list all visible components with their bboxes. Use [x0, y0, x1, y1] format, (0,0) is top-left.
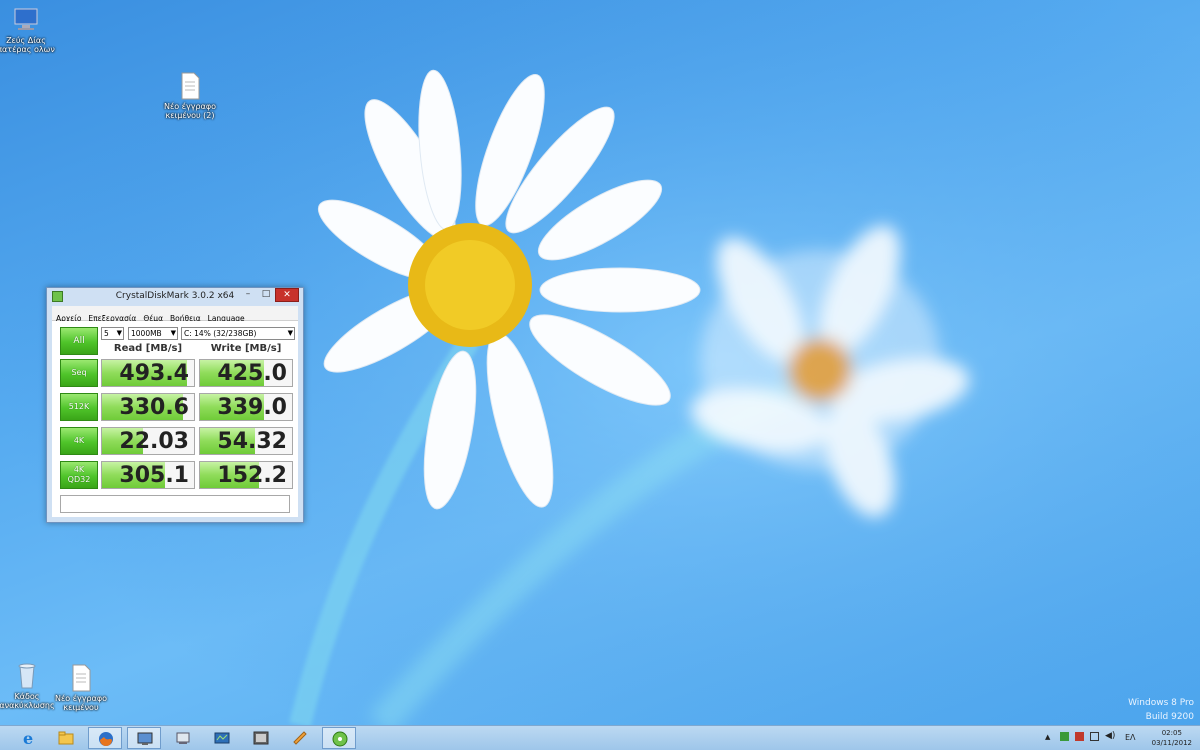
4k-qd32-button[interactable]: 4K QD32: [60, 461, 98, 489]
action-center-icon[interactable]: [1075, 732, 1084, 741]
windows-edition-watermark: Windows 8 Pro: [1128, 698, 1194, 708]
taskbar-internet-explorer[interactable]: e: [12, 727, 46, 749]
seq-write-result: 425.0: [199, 359, 293, 387]
row-label: 512K: [68, 402, 90, 411]
maximize-button[interactable]: □: [257, 288, 275, 302]
count-select[interactable]: 5 ▼: [101, 327, 124, 340]
result-value: 330.6: [119, 395, 189, 420]
drive-value: C: 14% (32/238GB): [184, 329, 257, 338]
volume-icon[interactable]: ◀): [1105, 731, 1115, 741]
size-value: 1000MB: [131, 329, 162, 338]
crystaldiskmark-window: CrystalDiskMark 3.0.2 x64 – □ ✕ Αρχείο Επ…: [46, 287, 304, 523]
desktop-icon-text-document-2[interactable]: Νέο έγγραφο κειμένου (2): [155, 72, 225, 120]
size-select[interactable]: 1000MB ▼: [128, 327, 178, 340]
internet-explorer-icon: e: [23, 730, 33, 746]
desktop-icon-label: Ζεύς Δίας πατέρας ολων: [0, 36, 55, 54]
taskbar-paint[interactable]: [283, 727, 317, 749]
taskbar-firefox[interactable]: [88, 727, 122, 749]
system-clock[interactable]: 02:05 03/11/2012: [1152, 728, 1192, 748]
seq-button[interactable]: Seq: [60, 359, 98, 387]
minimize-button[interactable]: –: [239, 288, 257, 302]
4k-button[interactable]: 4K: [60, 427, 98, 455]
taskbar-task-manager[interactable]: [205, 727, 239, 749]
result-value: 305.1: [119, 463, 189, 488]
chevron-down-icon: ▼: [170, 329, 176, 337]
file-explorer-icon: [58, 731, 74, 745]
4k-write-result: 54.32: [199, 427, 293, 455]
result-value: 493.4: [119, 361, 189, 386]
desktop-icon-label: Νέο έγγραφο κειμένου: [54, 694, 108, 712]
taskbar-device-manager[interactable]: [166, 727, 200, 749]
text-document-icon: [177, 72, 203, 100]
count-value: 5: [104, 329, 109, 338]
desktop-icon-label: Νέο έγγραφο κειμένου (2): [163, 102, 217, 120]
result-value: 152.2: [217, 463, 287, 488]
result-value: 339.0: [217, 395, 287, 420]
network-status-icon[interactable]: [1060, 732, 1069, 741]
taskbar-media[interactable]: [244, 727, 278, 749]
row-sublabel: QD32: [67, 475, 91, 484]
seq-read-result: 493.4: [101, 359, 195, 387]
row-label: 4K: [73, 465, 85, 474]
svg-text:e: e: [23, 730, 33, 746]
4k-read-result: 22.03: [101, 427, 195, 455]
4k-qd32-write-result: 152.2: [199, 461, 293, 489]
result-value: 22.03: [119, 429, 189, 454]
input-language-indicator[interactable]: ΕΛ: [1125, 733, 1136, 742]
read-header: Read [MB/s]: [113, 343, 183, 354]
menu-bar: Αρχείο Επεξεργασία Θέμα Βοήθεια Language: [52, 306, 298, 323]
device-manager-icon: [176, 732, 190, 744]
firefox-icon: [99, 732, 113, 746]
row-label: Seq: [71, 368, 87, 377]
comment-field[interactable]: [60, 495, 290, 513]
512k-button[interactable]: 512K: [60, 393, 98, 421]
result-value: 425.0: [217, 361, 287, 386]
paint-icon: [293, 731, 307, 745]
taskbar-crystaldiskmark[interactable]: [322, 727, 356, 749]
media-icon: [253, 731, 269, 745]
remote-desktop-icon: [137, 732, 153, 745]
windows-build-watermark: Build 9200: [1145, 712, 1194, 722]
chevron-down-icon: ▼: [287, 329, 293, 337]
all-button[interactable]: All: [60, 327, 98, 355]
taskbar-file-explorer[interactable]: [49, 727, 83, 749]
display-icon[interactable]: [1090, 732, 1099, 741]
window-titlebar[interactable]: CrystalDiskMark 3.0.2 x64 – □ ✕: [47, 288, 303, 306]
taskbar: e ▲ ◀) ΕΛ 02:05 03/11/2012: [0, 725, 1200, 750]
task-manager-icon: [214, 732, 230, 744]
computer-icon: [13, 6, 39, 34]
show-hidden-icons-icon[interactable]: ▲: [1045, 733, 1050, 741]
result-value: 54.32: [217, 429, 287, 454]
recycle-bin-icon: [14, 662, 40, 690]
text-document-icon: [68, 664, 94, 692]
512k-write-result: 339.0: [199, 393, 293, 421]
desktop-icon-computer[interactable]: Ζεύς Δίας πατέρας ολων: [0, 6, 61, 54]
close-button[interactable]: ✕: [275, 288, 299, 302]
taskbar-remote-desktop[interactable]: [127, 727, 161, 749]
chevron-down-icon: ▼: [116, 329, 122, 337]
window-client: All 5 ▼ 1000MB ▼ C: 14% (32/238GB) ▼ Read […: [52, 321, 298, 517]
row-label: 4K: [73, 436, 85, 445]
drive-select[interactable]: C: 14% (32/238GB) ▼: [181, 327, 295, 340]
clock-time: 02:05: [1161, 729, 1182, 737]
4k-qd32-read-result: 305.1: [101, 461, 195, 489]
512k-read-result: 330.6: [101, 393, 195, 421]
clock-date: 03/11/2012: [1151, 739, 1192, 747]
desktop-icon-text-document[interactable]: Νέο έγγραφο κειμένου: [46, 664, 116, 712]
write-header: Write [MB/s]: [210, 343, 282, 354]
crystaldiskmark-icon: [332, 731, 348, 747]
